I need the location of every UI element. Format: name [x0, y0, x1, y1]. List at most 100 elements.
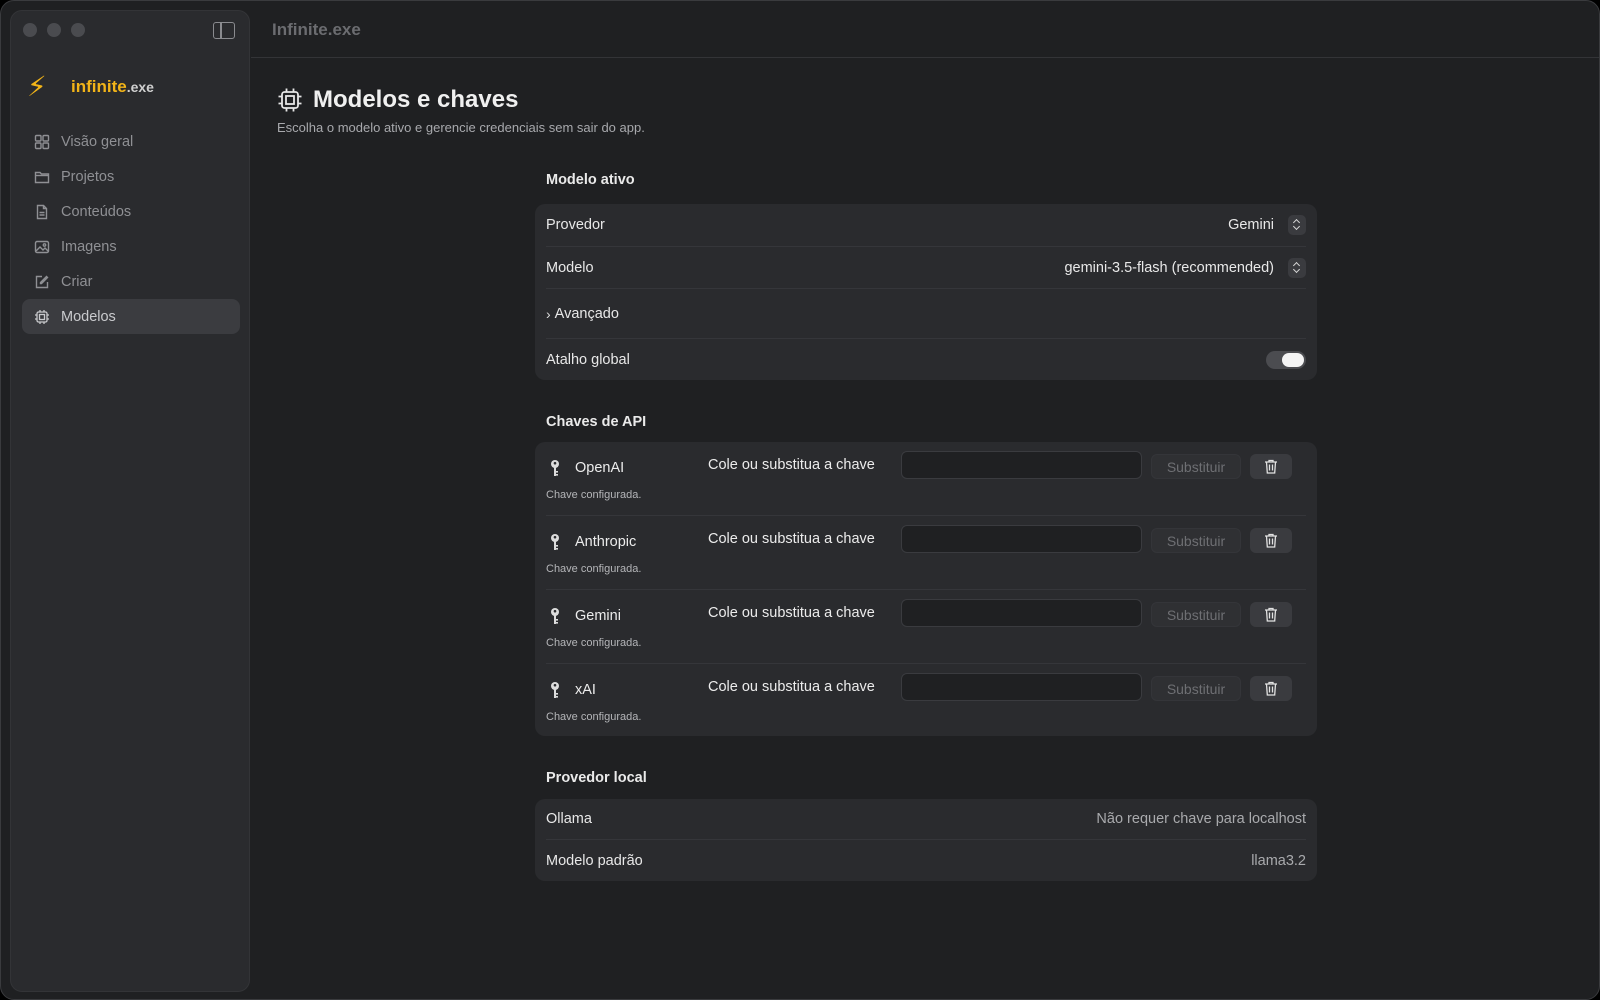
sidebar-item-visao-geral[interactable]: Visão geral	[22, 124, 240, 159]
grid-icon	[34, 134, 50, 150]
chevron-right-icon: ›	[546, 305, 551, 322]
ollama-value: Não requer chave para localhost	[1096, 811, 1306, 827]
window-controls	[23, 23, 85, 37]
brand-ext: .exe	[126, 79, 154, 95]
model-row: Modelo gemini-3.5-flash (recommended)	[546, 247, 1306, 289]
api-key-provider: Anthropic	[575, 534, 637, 550]
sidebar-item-imagens[interactable]: Imagens	[22, 229, 240, 264]
ollama-row: Ollama Não requer chave para localhost	[546, 799, 1306, 840]
key-icon	[551, 460, 559, 476]
title-bar: Infinite.exe	[251, 1, 1599, 58]
provider-label: Provedor	[546, 217, 605, 233]
sidebar-item-label: Criar	[61, 273, 93, 290]
chevron-updown-icon	[1288, 257, 1306, 278]
api-key-field-label: Cole ou substitua a chave	[708, 457, 875, 473]
api-key-row-gemini: Gemini Chave configurada. Cole ou substi…	[546, 590, 1306, 664]
compose-icon	[34, 274, 50, 290]
sidebar-item-label: Conteúdos	[61, 203, 132, 220]
shortcut-label: Atalho global	[546, 351, 630, 368]
api-key-provider: Gemini	[575, 608, 621, 624]
ollama-label: Ollama	[546, 811, 592, 827]
brand-name: infinite	[71, 77, 127, 96]
api-keys-card: OpenAI Chave configurada. Cole ou substi…	[535, 442, 1317, 736]
model-select[interactable]: gemini-3.5-flash (recommended)	[1064, 257, 1306, 278]
api-key-input-openai[interactable]	[901, 451, 1142, 479]
section-title-active-model: Modelo ativo	[546, 172, 635, 188]
chip-icon	[278, 88, 302, 112]
api-key-row-openai: OpenAI Chave configurada. Cole ou substi…	[546, 442, 1306, 516]
delete-key-button-xai[interactable]	[1250, 676, 1292, 701]
chevron-updown-icon	[1288, 215, 1306, 235]
replace-button-gemini[interactable]: Substituir	[1151, 602, 1241, 627]
sidebar-item-label: Imagens	[61, 238, 117, 255]
minimize-window-button[interactable]	[47, 23, 61, 37]
api-key-input-gemini[interactable]	[901, 599, 1142, 627]
advanced-disclosure[interactable]: › Avançado	[546, 289, 1306, 339]
window-title: Infinite.exe	[272, 20, 361, 39]
replace-button-anthropic[interactable]: Substituir	[1151, 528, 1241, 553]
advanced-label: Avançado	[554, 305, 619, 322]
shortcut-row: Atalho global	[546, 339, 1306, 380]
provider-value: Gemini	[1228, 217, 1274, 233]
zoom-window-button[interactable]	[71, 23, 85, 37]
key-icon	[551, 534, 559, 550]
provider-row: Provedor Gemini	[546, 204, 1306, 247]
sidebar-item-projetos[interactable]: Projetos	[22, 159, 240, 194]
api-key-provider: xAI	[575, 682, 596, 698]
model-label: Modelo	[546, 259, 594, 276]
api-key-row-anthropic: Anthropic Chave configurada. Cole ou sub…	[546, 516, 1306, 590]
document-icon	[34, 204, 50, 220]
api-key-status: Chave configurada.	[546, 637, 642, 649]
api-key-provider: OpenAI	[575, 460, 625, 476]
sidebar-item-criar[interactable]: Criar	[22, 264, 240, 299]
section-title-local-provider: Provedor local	[546, 770, 647, 786]
default-model-label: Modelo padrão	[546, 852, 643, 869]
delete-key-button-openai[interactable]	[1250, 454, 1292, 479]
section-title-api-keys: Chaves de API	[546, 414, 647, 430]
api-key-status: Chave configurada.	[546, 563, 642, 575]
chip-icon	[34, 309, 50, 325]
page-title: Modelos e chaves	[313, 86, 519, 113]
image-icon	[34, 239, 50, 255]
default-model-value: llama3.2	[1251, 852, 1306, 869]
sidebar-item-conteudos[interactable]: Conteúdos	[22, 194, 240, 229]
active-model-card: Provedor Gemini Modelo gemini-3.5-flash …	[535, 204, 1317, 380]
trash-icon	[1265, 607, 1277, 622]
global-shortcut-toggle[interactable]	[1266, 350, 1306, 369]
delete-key-button-anthropic[interactable]	[1250, 528, 1292, 553]
trash-icon	[1265, 681, 1277, 696]
close-window-button[interactable]	[23, 23, 37, 37]
api-key-field-label: Cole ou substitua a chave	[708, 531, 875, 547]
sidebar-item-label: Modelos	[61, 308, 116, 325]
key-icon	[551, 608, 559, 624]
sidebar-item-modelos[interactable]: Modelos	[22, 299, 240, 334]
api-key-input-anthropic[interactable]	[901, 525, 1142, 553]
trash-icon	[1265, 533, 1277, 548]
app-window: ⚡ infinite .exe Visão geral Projetos Con…	[0, 0, 1600, 1000]
sidebar: ⚡ infinite .exe Visão geral Projetos Con…	[10, 10, 250, 992]
lightning-bolt-icon: ⚡	[27, 71, 47, 102]
replace-button-xai[interactable]: Substituir	[1151, 676, 1241, 701]
api-key-field-label: Cole ou substitua a chave	[708, 679, 875, 695]
brand-logo: ⚡ infinite .exe	[27, 73, 154, 101]
folder-icon	[34, 169, 50, 185]
api-key-field-label: Cole ou substitua a chave	[708, 605, 875, 621]
api-key-row-xai: xAI Chave configurada. Cole ou substitua…	[546, 664, 1306, 738]
sidebar-toggle-icon[interactable]	[213, 22, 235, 39]
api-key-status: Chave configurada.	[546, 711, 642, 723]
model-value: gemini-3.5-flash (recommended)	[1064, 259, 1274, 276]
delete-key-button-gemini[interactable]	[1250, 602, 1292, 627]
sidebar-item-label: Projetos	[61, 168, 115, 185]
trash-icon	[1265, 459, 1277, 474]
replace-button-openai[interactable]: Substituir	[1151, 454, 1241, 479]
page-header: Modelos e chaves Escolha o modelo ativo …	[277, 86, 645, 135]
api-key-status: Chave configurada.	[546, 489, 642, 501]
default-model-row: Modelo padrão llama3.2	[546, 840, 1306, 881]
local-provider-card: Ollama Não requer chave para localhost M…	[535, 799, 1317, 881]
api-key-input-xai[interactable]	[901, 673, 1142, 701]
page-subtitle: Escolha o modelo ativo e gerencie creden…	[277, 120, 645, 135]
provider-select[interactable]: Gemini	[1228, 215, 1306, 235]
key-icon	[551, 682, 559, 698]
sidebar-nav: Visão geral Projetos Conteúdos Imagens C…	[22, 124, 240, 334]
sidebar-item-label: Visão geral	[61, 133, 134, 150]
